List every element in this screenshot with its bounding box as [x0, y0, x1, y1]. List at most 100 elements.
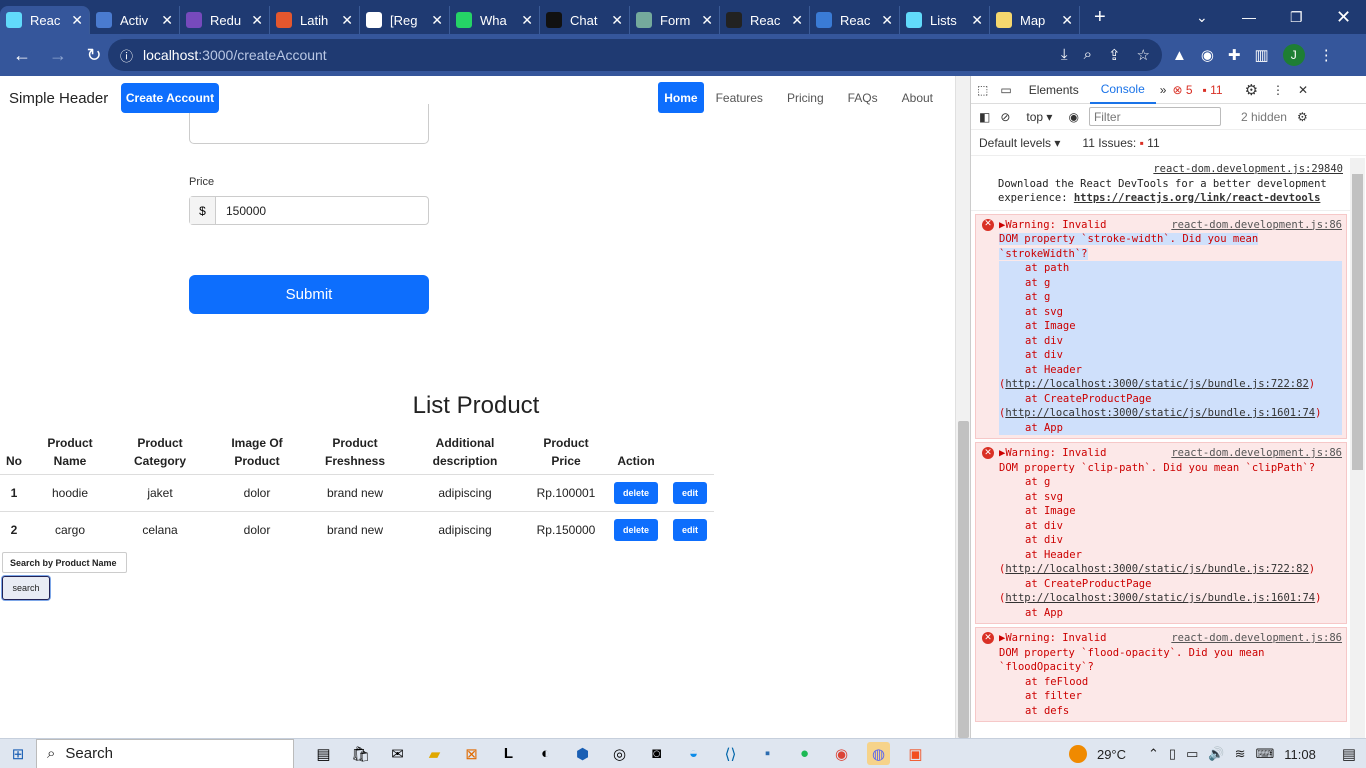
virtualbox-icon[interactable]: ⬢ [571, 742, 594, 765]
tab-console[interactable]: Console [1089, 76, 1156, 104]
search-by-name-input[interactable]: Search by Product Name [2, 552, 127, 573]
tray-device-icon[interactable]: ▯ [1169, 746, 1176, 762]
tray-chevron-icon[interactable]: ⌃ [1148, 746, 1159, 762]
xampp-icon[interactable]: ⊠ [460, 742, 483, 765]
browser-tab[interactable]: Wha ✕ [450, 6, 540, 34]
nav-about[interactable]: About [890, 82, 945, 113]
tab-close-icon[interactable]: ✕ [701, 12, 713, 29]
extension-triangle-icon[interactable]: ▲ [1172, 47, 1187, 64]
install-icon[interactable]: ⤓ [1061, 46, 1068, 64]
devtools-menu-icon[interactable]: ⋮ [1272, 83, 1284, 97]
url-field[interactable]: ⓘ localhost:3000/createAccount ⤓ ⌕ ⇪ ☆ [108, 39, 1162, 71]
tab-close-icon[interactable]: ✕ [971, 12, 983, 29]
close-window-icon[interactable]: ✕ [1336, 0, 1351, 34]
browser-tab[interactable]: Chat ✕ [540, 6, 630, 34]
chrome-icon[interactable]: ◉ [830, 742, 853, 765]
github-desktop-icon[interactable]: ◎ [608, 742, 631, 765]
battery-icon[interactable]: ▭ [1186, 746, 1198, 762]
stack-link[interactable]: http://localhost:3000/static/js/bundle.j… [1005, 407, 1315, 419]
browser-tab[interactable]: Activ ✕ [90, 6, 180, 34]
spotify-icon[interactable]: ● [793, 742, 816, 765]
warning-count-icon[interactable]: ▪ 11 [1203, 83, 1223, 97]
tab-close-icon[interactable]: ✕ [611, 12, 623, 29]
app-l-icon[interactable]: L [497, 742, 520, 765]
nav-home[interactable]: Home [658, 82, 704, 113]
browser-tab[interactable]: Reac ✕ [0, 6, 90, 34]
tab-close-icon[interactable]: ✕ [1061, 12, 1073, 29]
tab-close-icon[interactable]: ✕ [521, 12, 533, 29]
mail-icon[interactable]: ✉ [386, 742, 409, 765]
extension-circle-icon[interactable]: ◉ [1201, 46, 1214, 64]
console-filter-input[interactable]: Filter [1088, 107, 1221, 126]
inkscape-icon[interactable]: ◐ [534, 742, 557, 765]
camera-icon[interactable]: ◙ [645, 742, 668, 765]
forward-icon[interactable]: → [42, 45, 74, 66]
minimize-icon[interactable]: — [1242, 0, 1256, 34]
edit-button[interactable]: edit [672, 482, 707, 504]
browser-tab[interactable]: Reac ✕ [720, 6, 810, 34]
console-scrollbar[interactable] [1350, 158, 1365, 738]
nav-faqs[interactable]: FAQs [836, 82, 890, 113]
price-input[interactable]: 150000 [216, 197, 266, 224]
clear-console-icon[interactable]: ⊘ [1000, 110, 1010, 124]
delete-button[interactable]: delete [613, 519, 658, 542]
notification-icon[interactable]: ▤ [1342, 745, 1356, 763]
console-scroll-thumb[interactable] [1352, 174, 1363, 470]
app-small-icon[interactable]: ▪ [756, 742, 779, 765]
edge-icon[interactable]: ◒ [682, 742, 705, 765]
browser-tab[interactable]: Latih ✕ [270, 6, 360, 34]
tab-search-icon[interactable]: ⌄ [1196, 0, 1208, 34]
tab-close-icon[interactable]: ✕ [161, 12, 173, 29]
tab-close-icon[interactable]: ✕ [71, 12, 83, 29]
extensions-puzzle-icon[interactable]: ✚ [1228, 46, 1241, 64]
vscode-icon[interactable]: ⟨⟩ [719, 742, 742, 765]
tab-close-icon[interactable]: ✕ [431, 12, 443, 29]
inspect-icon[interactable]: ⬚ [971, 76, 994, 104]
submit-button[interactable]: Submit [189, 275, 429, 314]
page-scroll-thumb[interactable] [958, 421, 969, 738]
figma-icon[interactable]: ▣ [904, 742, 927, 765]
error-count-icon[interactable]: ⊗ 5 [1172, 83, 1192, 97]
stack-link[interactable]: http://localhost:3000/static/js/bundle.j… [1005, 563, 1308, 575]
browser-tab[interactable]: Lists ✕ [900, 6, 990, 34]
devtools-link[interactable]: https://reactjs.org/link/react-devtools [1074, 192, 1321, 204]
issues-link[interactable]: 11 Issues: ▪ 11 [1082, 136, 1159, 150]
nav-pricing[interactable]: Pricing [775, 82, 836, 113]
console-error-3[interactable]: ✕ react-dom.development.js:86 ▶Warning: … [975, 627, 1347, 722]
search-button[interactable]: search [2, 576, 50, 600]
context-select[interactable]: top ▾ [1026, 110, 1052, 124]
console-error-2[interactable]: ✕ react-dom.development.js:86 ▶Warning: … [975, 442, 1347, 624]
clock[interactable]: 11:08 [1284, 747, 1316, 762]
create-account-button[interactable]: Create Account [121, 83, 219, 113]
edit-button[interactable]: edit [672, 519, 707, 542]
settings-gear-icon[interactable]: ⚙ [1245, 81, 1258, 99]
weather-temp[interactable]: 29°C [1097, 747, 1126, 762]
new-tab-button[interactable]: + [1094, 6, 1118, 29]
site-info-icon[interactable]: ⓘ [120, 46, 133, 65]
store-icon[interactable]: 🛍 [349, 742, 372, 765]
taskbar-search[interactable]: ⌕ Search [36, 738, 294, 768]
console-error-1[interactable]: ✕ react-dom.development.js:86 ▶Warning: … [975, 213, 1347, 439]
windows-start-icon[interactable]: ⊞ [0, 745, 36, 763]
keyboard-icon[interactable]: ⌨ [1255, 746, 1274, 762]
share-icon[interactable]: ⇪ [1108, 46, 1121, 64]
bookmark-star-icon[interactable]: ☆ [1137, 46, 1150, 64]
close-devtools-icon[interactable]: ✕ [1298, 83, 1308, 97]
stack-link[interactable]: http://localhost:3000/static/js/bundle.j… [1005, 592, 1315, 604]
info-source-link[interactable]: react-dom.development.js:29840 [1153, 163, 1343, 175]
weather-sun-icon[interactable] [1068, 745, 1087, 763]
discord-icon[interactable]: ◍ [867, 742, 890, 765]
tab-close-icon[interactable]: ✕ [341, 12, 353, 29]
browser-tab[interactable]: Form ✕ [630, 6, 720, 34]
zoom-icon[interactable]: ⌕ [1084, 46, 1092, 64]
wifi-icon[interactable]: ≋ [1235, 746, 1246, 762]
delete-button[interactable]: delete [613, 482, 658, 504]
back-icon[interactable]: ← [6, 45, 38, 66]
error-source-link[interactable]: react-dom.development.js:86 [1171, 218, 1342, 233]
console-settings-icon[interactable]: ⚙ [1297, 110, 1308, 124]
menu-dots-icon[interactable]: ⋮ [1319, 46, 1334, 64]
tab-close-icon[interactable]: ✕ [791, 12, 803, 29]
more-tabs-icon[interactable]: » [1156, 76, 1171, 104]
nav-features[interactable]: Features [704, 82, 775, 113]
browser-tab[interactable]: Map ✕ [990, 6, 1080, 34]
